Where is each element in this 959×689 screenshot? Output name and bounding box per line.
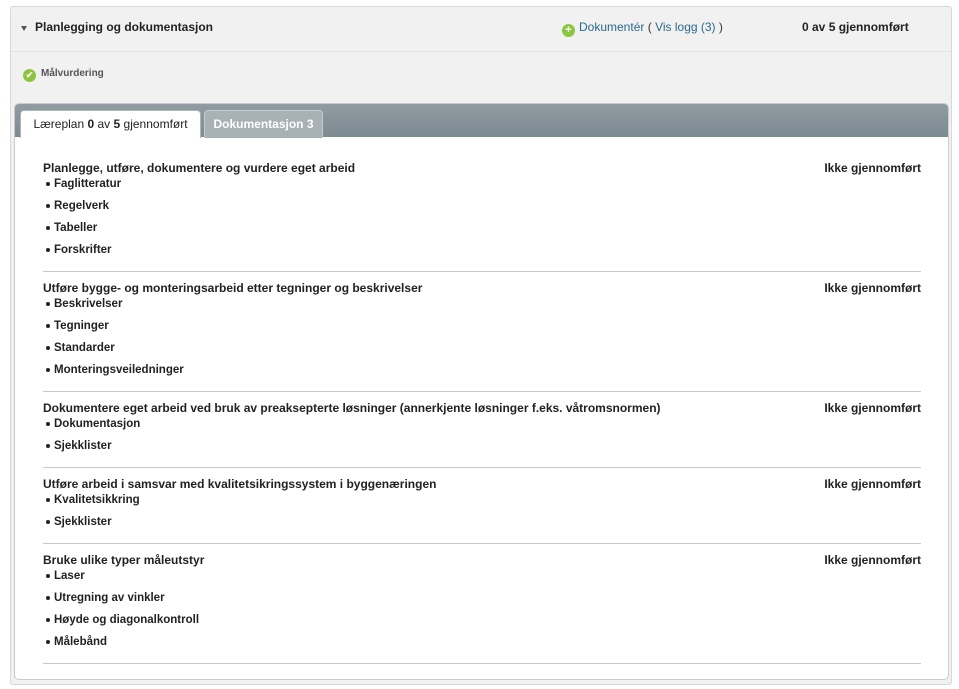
- goal-title: Bruke ulike typer måleutstyr: [43, 553, 205, 567]
- goal-item: Utføre arbeid i samsvar med kvalitetsikr…: [43, 476, 921, 544]
- section-title[interactable]: Planlegging og dokumentasjon: [35, 20, 213, 34]
- goal-subitem: Sjekklister: [46, 439, 921, 461]
- tab-laereplan-suffix: gjennomført: [120, 117, 188, 131]
- goal-subitem: Sjekklister: [46, 515, 921, 537]
- tab-laereplan[interactable]: Læreplan 0 av 5 gjennomført: [20, 110, 201, 138]
- goal-subitem: Kvalitetsikkring: [46, 493, 921, 515]
- paren-open: (: [647, 20, 652, 34]
- section-progress: 0 av 5 gjennomført: [802, 20, 909, 34]
- goal-subitem: Standarder: [46, 341, 921, 363]
- tab-laereplan-prefix: Læreplan: [33, 117, 88, 131]
- goal-subitem: Tabeller: [46, 221, 921, 243]
- goal-subitem: Beskrivelser: [46, 297, 921, 319]
- goal-subitem: Tegninger: [46, 319, 921, 341]
- goal-sublist: Beskrivelser Tegninger Standarder Montering…: [43, 297, 921, 391]
- goal-item: Utføre bygge- og monteringsarbeid etter …: [43, 280, 921, 392]
- divider: [11, 51, 951, 52]
- goal-subitem: Dokumentasjon: [46, 417, 921, 439]
- goal-title: Dokumentere eget arbeid ved bruk av prea…: [43, 401, 661, 415]
- goal-item: Dokumentere eget arbeid ved bruk av prea…: [43, 400, 921, 468]
- paren-close: ): [718, 20, 723, 34]
- malvurdering-row[interactable]: ✔ Målvurdering: [23, 68, 104, 82]
- goal-item: Planlegge, utføre, dokumentere og vurder…: [43, 160, 921, 272]
- goal-subitem: Målebånd: [46, 635, 921, 657]
- goal-subitem: Forskrifter: [46, 243, 921, 265]
- collapse-triangle-icon[interactable]: [21, 26, 27, 31]
- check-circle-icon: ✔: [23, 69, 36, 82]
- tab-panel: Læreplan 0 av 5 gjennomført Dokumentasjo…: [14, 103, 949, 680]
- malvurdering-label[interactable]: Målvurdering: [41, 68, 104, 79]
- plus-circle-icon[interactable]: +: [562, 24, 575, 37]
- goal-sublist: Dokumentasjon Sjekklister: [43, 417, 921, 467]
- goal-item: Bruke ulike typer måleutstyr Ikke gjennom…: [43, 552, 921, 664]
- goal-sublist: Laser Utregning av vinkler Høyde og diagon…: [43, 569, 921, 663]
- vis-logg-link[interactable]: Vis logg (3): [655, 20, 715, 34]
- tab-dokumentasjon[interactable]: Dokumentasjon 3: [204, 110, 323, 138]
- goal-status: Ikke gjennomført: [824, 401, 921, 415]
- goal-subitem: Regelverk: [46, 199, 921, 221]
- goal-subitem: Utregning av vinkler: [46, 591, 921, 613]
- goal-list: Planlegge, utføre, dokumentere og vurder…: [43, 160, 921, 664]
- goal-title: Utføre bygge- og monteringsarbeid etter …: [43, 281, 423, 295]
- tab-laereplan-mid: av: [94, 117, 114, 131]
- goal-subitem: Laser: [46, 569, 921, 591]
- goal-subitem: Monteringsveiledninger: [46, 363, 921, 385]
- goal-sublist: Faglitteratur Regelverk Tabeller Forskrifte…: [43, 177, 921, 271]
- goal-sublist: Kvalitetsikkring Sjekklister: [43, 493, 921, 543]
- documenter-link[interactable]: Dokumentér: [579, 20, 644, 34]
- goal-status: Ikke gjennomført: [824, 553, 921, 567]
- goal-status: Ikke gjennomført: [824, 161, 921, 175]
- section-header[interactable]: Planlegging og dokumentasjon + Dokumentér…: [11, 7, 951, 51]
- goal-status: Ikke gjennomført: [824, 281, 921, 295]
- section-panel: Planlegging og dokumentasjon + Dokumentér…: [10, 6, 952, 685]
- goal-subitem: Faglitteratur: [46, 177, 921, 199]
- goal-status: Ikke gjennomført: [824, 477, 921, 491]
- goal-title: Utføre arbeid i samsvar med kvalitetsikr…: [43, 477, 437, 491]
- tab-bar: Læreplan 0 av 5 gjennomført Dokumentasjo…: [15, 104, 948, 138]
- document-actions: + Dokumentér ( Vis logg (3) ): [562, 20, 723, 37]
- goal-subitem: Høyde og diagonalkontroll: [46, 613, 921, 635]
- goal-title: Planlegge, utføre, dokumentere og vurder…: [43, 161, 356, 175]
